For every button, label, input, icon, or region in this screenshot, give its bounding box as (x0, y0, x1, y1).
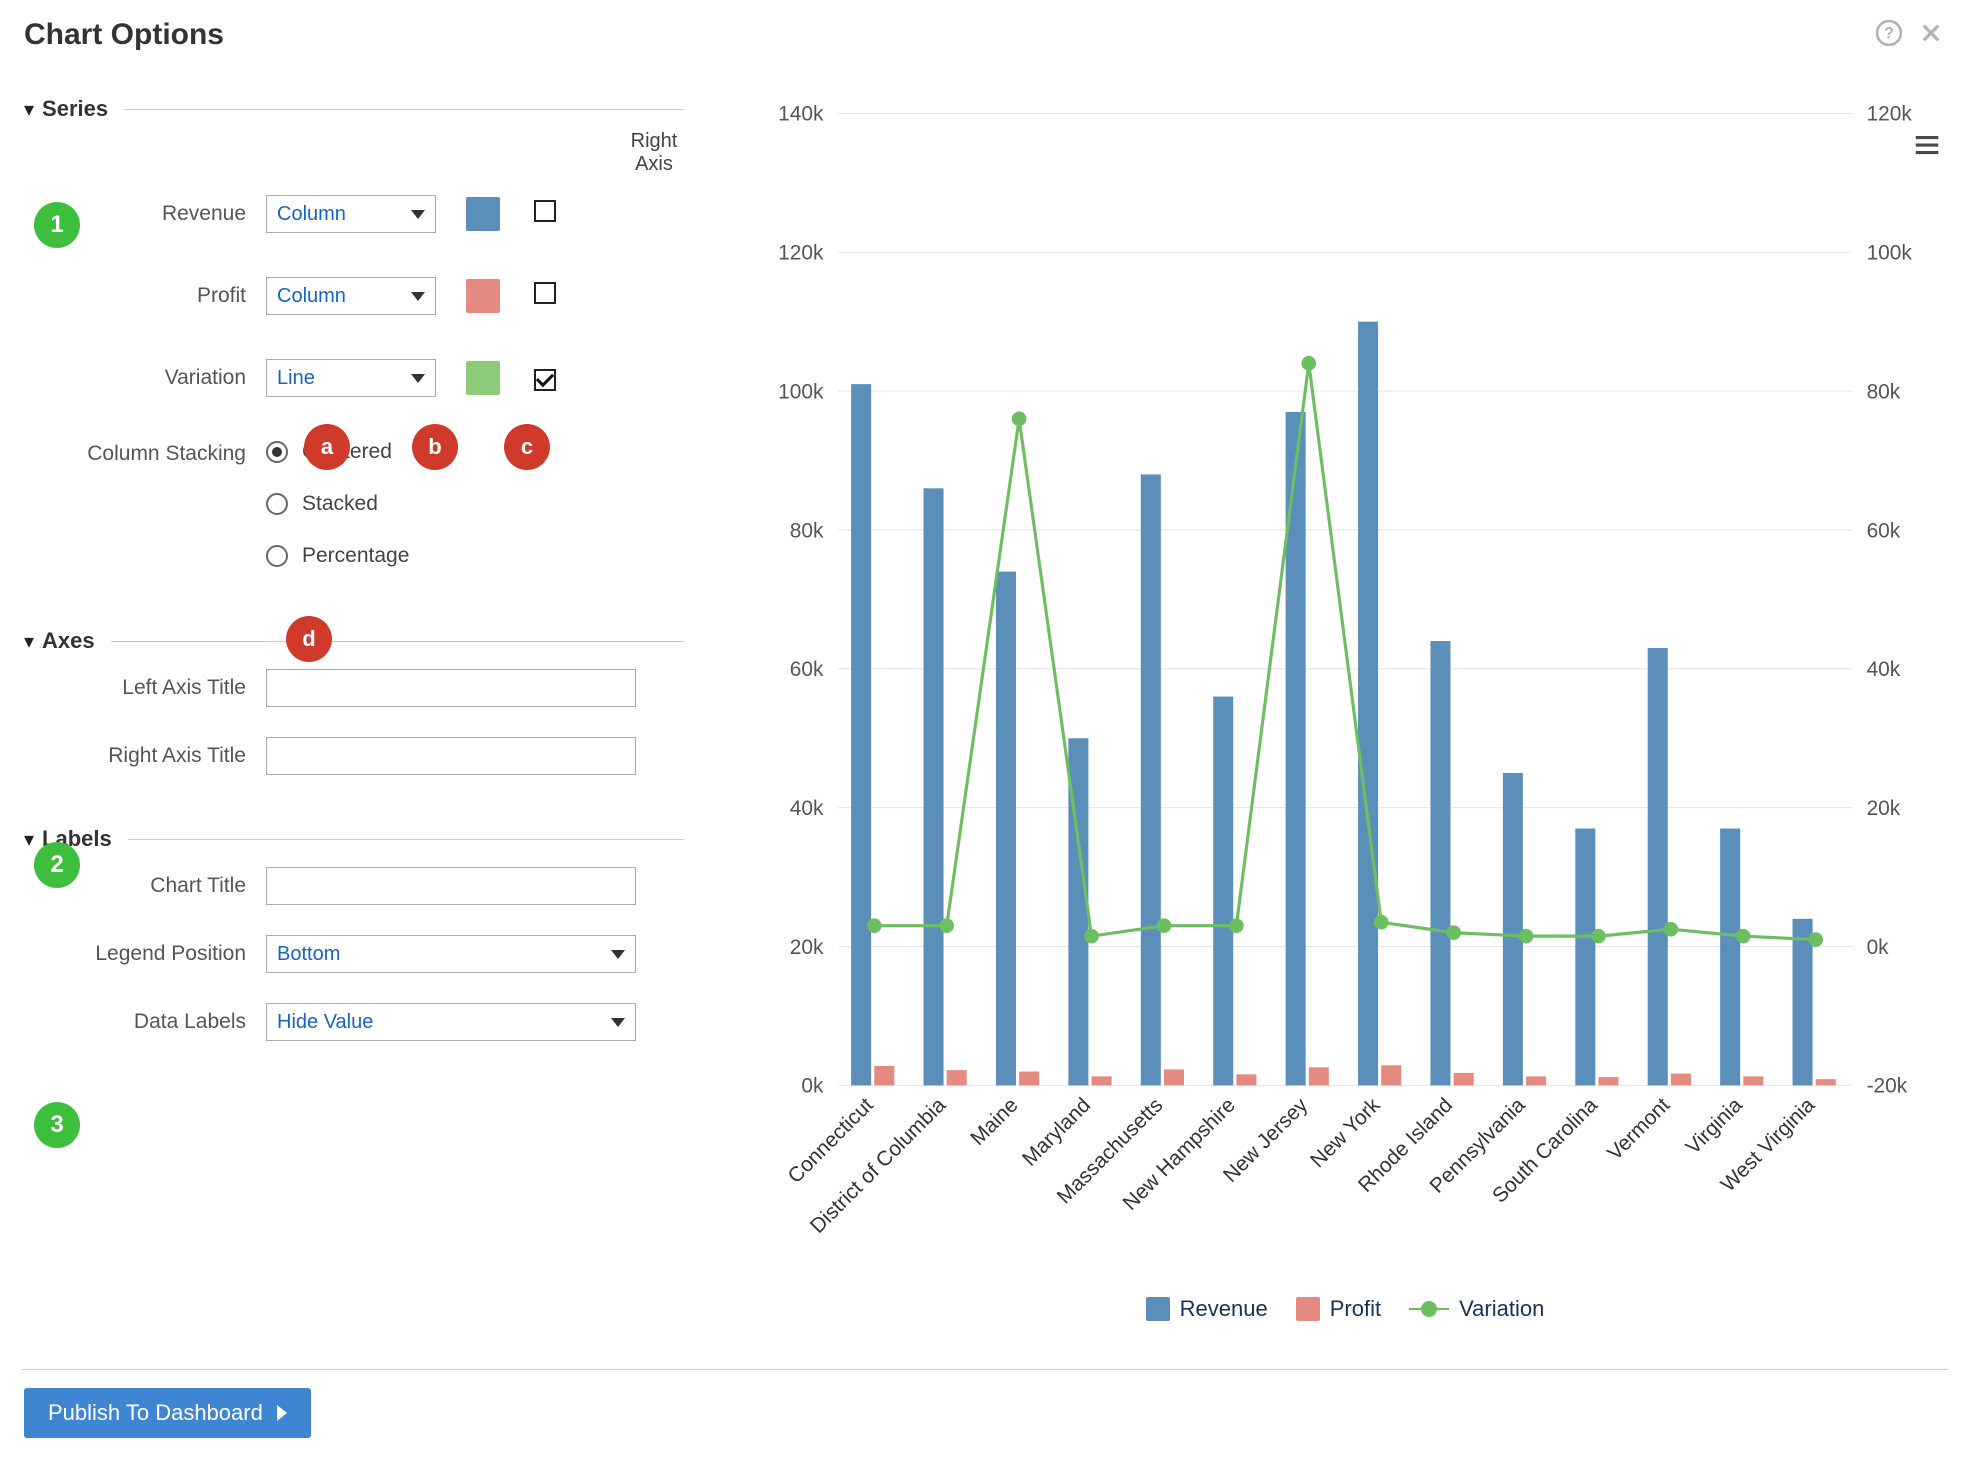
svg-text:Maryland: Maryland (1018, 1094, 1095, 1171)
close-icon[interactable] (1920, 22, 1942, 44)
series-row-label: Revenue (86, 202, 266, 226)
series-row-label: Profit (86, 284, 266, 308)
svg-text:120k: 120k (1867, 103, 1913, 126)
chevron-down-icon: ▾ (24, 97, 34, 122)
radio-label: Percentage (302, 544, 409, 568)
svg-text:Virginia: Virginia (1682, 1093, 1748, 1159)
radio-icon (266, 493, 288, 515)
legend-item-revenue: Revenue (1146, 1296, 1268, 1322)
left-axis-title-input[interactable] (266, 669, 636, 707)
svg-text:40k: 40k (1867, 658, 1901, 681)
select-value: Bottom (277, 943, 340, 966)
button-label: Publish To Dashboard (48, 1400, 263, 1426)
color-swatch-revenue[interactable] (466, 197, 500, 231)
callout-3: 3 (34, 1102, 80, 1148)
svg-text:?: ? (1884, 24, 1894, 42)
divider (128, 839, 684, 840)
legend-item-profit: Profit (1296, 1296, 1381, 1322)
chevron-down-icon: ▾ (24, 629, 34, 654)
svg-text:140k: 140k (778, 103, 824, 126)
section-axes-label: Axes (42, 628, 95, 654)
chevron-right-icon (277, 1405, 287, 1421)
svg-text:Vermont: Vermont (1603, 1093, 1674, 1164)
right-axis-checkbox-variation[interactable] (534, 369, 556, 391)
radio-icon (266, 441, 288, 463)
right-axis-checkbox-profit[interactable] (534, 282, 556, 304)
help-icon[interactable]: ? (1876, 20, 1902, 46)
select-value: Column (277, 203, 346, 226)
series-type-select-profit[interactable]: Column (266, 277, 436, 315)
select-value: Column (277, 285, 346, 308)
section-series-header[interactable]: ▾ Series (24, 96, 684, 122)
series-type-select-revenue[interactable]: Column (266, 195, 436, 233)
radio-label: Stacked (302, 492, 378, 516)
svg-text:0k: 0k (1867, 936, 1890, 959)
svg-text:District of Columbia: District of Columbia (806, 1093, 951, 1238)
data-labels-label: Data Labels (86, 1010, 266, 1034)
right-axis-title-label: Right Axis Title (86, 744, 266, 768)
svg-text:-20k: -20k (1867, 1075, 1908, 1098)
svg-text:80k: 80k (1867, 380, 1901, 403)
color-swatch-variation[interactable] (466, 361, 500, 395)
svg-text:60k: 60k (1867, 519, 1901, 542)
svg-text:0k: 0k (801, 1075, 824, 1098)
legend-label: Variation (1459, 1296, 1544, 1322)
svg-text:Maine: Maine (966, 1094, 1023, 1151)
left-axis-title-label: Left Axis Title (86, 676, 266, 700)
color-swatch-profit[interactable] (466, 279, 500, 313)
section-labels-header[interactable]: ▾ Labels (24, 826, 684, 852)
svg-text:100k: 100k (1867, 242, 1913, 265)
legend-swatch (1146, 1297, 1170, 1321)
legend-label: Profit (1330, 1296, 1381, 1322)
callout-a: a (304, 424, 350, 470)
section-series-label: Series (42, 96, 108, 122)
svg-text:40k: 40k (790, 797, 824, 820)
right-axis-checkbox-revenue[interactable] (534, 200, 556, 222)
chart-legend: Revenue Profit Variation (744, 1296, 1946, 1322)
legend-position-label: Legend Position (86, 942, 266, 966)
series-row-label: Variation (86, 366, 266, 390)
chart-title-label: Chart Title (86, 874, 266, 898)
stacking-option-stacked[interactable]: Stacked (266, 492, 409, 516)
divider (111, 641, 684, 642)
legend-label: Revenue (1180, 1296, 1268, 1322)
svg-text:60k: 60k (790, 658, 824, 681)
svg-text:20k: 20k (790, 936, 824, 959)
chart-title-input[interactable] (266, 867, 636, 905)
svg-text:100k: 100k (778, 380, 824, 403)
stacking-option-percentage[interactable]: Percentage (266, 544, 409, 568)
divider (22, 1369, 1948, 1370)
right-axis-title-input[interactable] (266, 737, 636, 775)
callout-c: c (504, 424, 550, 470)
section-axes-header[interactable]: ▾ Axes (24, 628, 684, 654)
svg-text:80k: 80k (790, 519, 824, 542)
svg-text:20k: 20k (1867, 797, 1901, 820)
svg-text:120k: 120k (778, 242, 824, 265)
callout-2: 2 (34, 842, 80, 888)
radio-icon (266, 545, 288, 567)
legend-item-variation: Variation (1409, 1296, 1544, 1322)
column-stacking-label: Column Stacking (86, 440, 266, 467)
legend-position-select[interactable]: Bottom (266, 935, 636, 973)
publish-to-dashboard-button[interactable]: Publish To Dashboard (24, 1388, 311, 1438)
callout-d: d (286, 616, 332, 662)
callout-1: 1 (34, 202, 80, 248)
customization-chart: 0k 20k 40k 60k 80k 100k 120k 140k -20k 0k 20k 40k 60… (744, 82, 1946, 1284)
chevron-down-icon: ▾ (24, 827, 34, 852)
right-axis-column-header: Right Axis (624, 130, 684, 176)
select-value: Hide Value (277, 1011, 373, 1034)
divider (124, 109, 684, 110)
select-value: Line (277, 367, 315, 390)
dialog-title: Chart Options (24, 18, 1946, 52)
legend-swatch (1296, 1297, 1320, 1321)
data-labels-select[interactable]: Hide Value (266, 1003, 636, 1041)
series-type-select-variation[interactable]: Line (266, 359, 436, 397)
legend-line-marker (1409, 1308, 1449, 1310)
callout-b: b (412, 424, 458, 470)
